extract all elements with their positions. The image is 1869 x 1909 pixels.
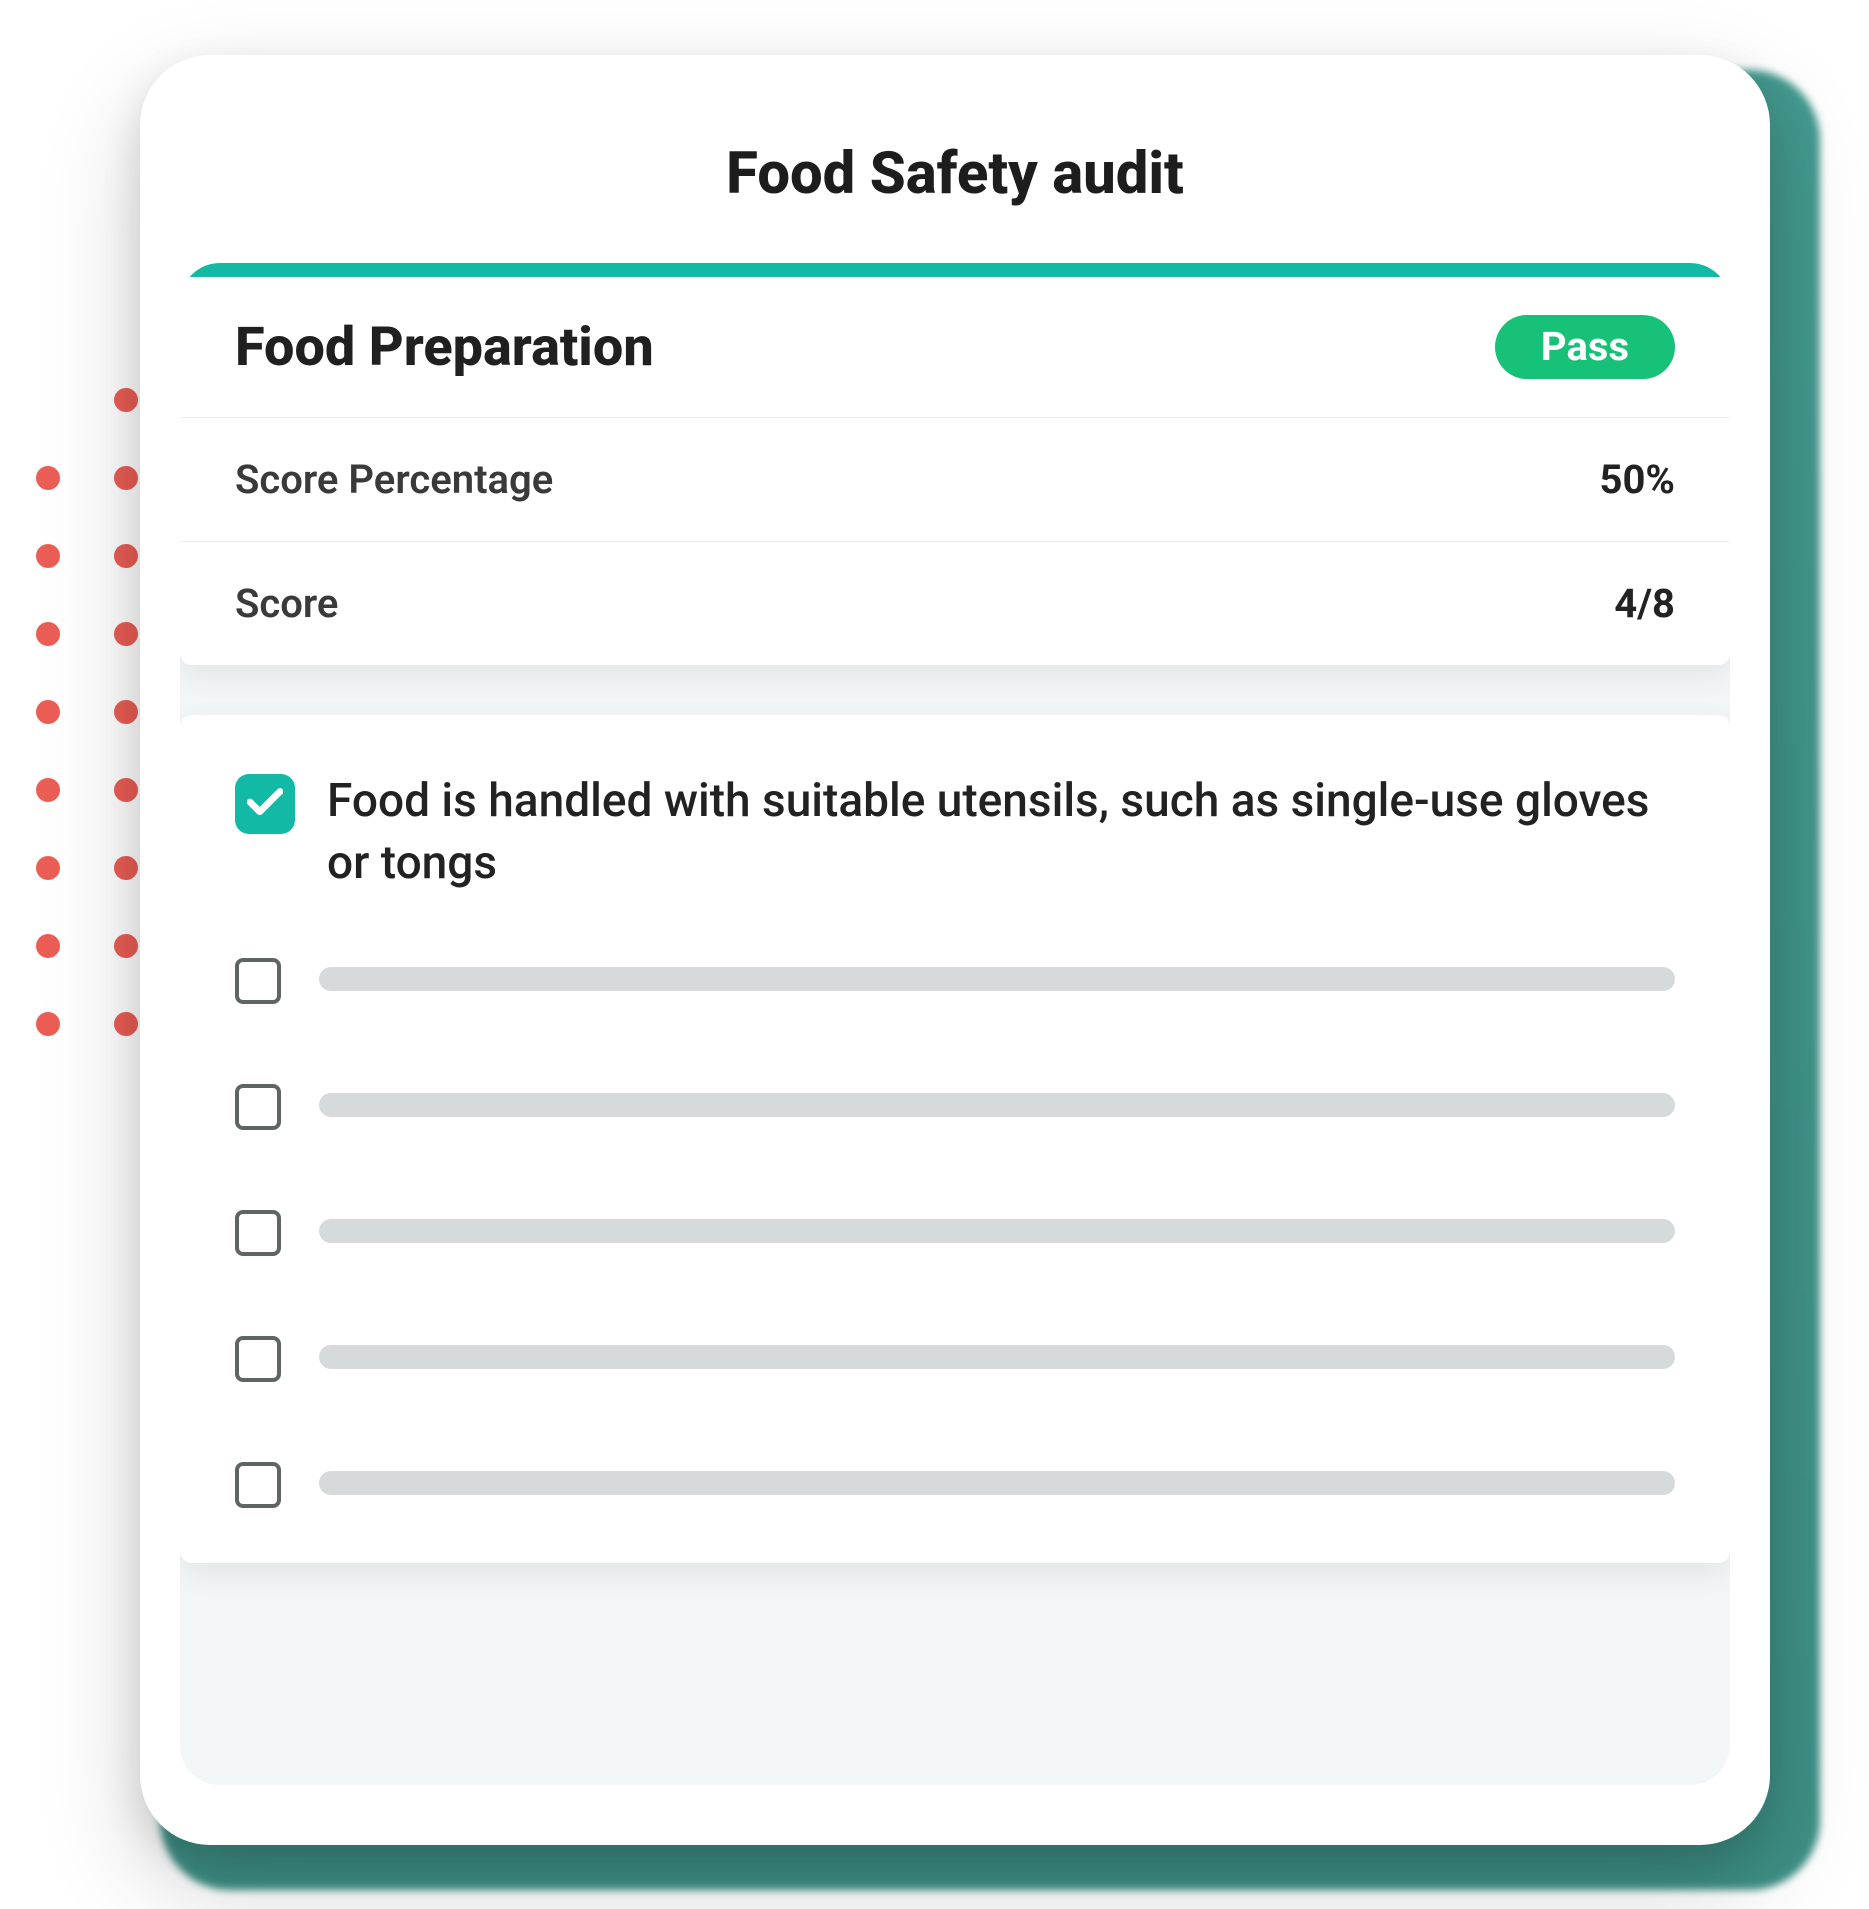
accent-bar	[180, 263, 1730, 277]
audit-title: Food Safety audit	[726, 140, 1184, 208]
placeholder-line	[319, 1219, 1675, 1243]
score-row: Score 4/8	[180, 542, 1730, 665]
check-icon	[247, 788, 283, 820]
row-value: 50%	[1600, 456, 1675, 503]
checklist-item	[235, 1458, 1675, 1508]
checklist-item	[235, 1332, 1675, 1382]
placeholder-line	[319, 1471, 1675, 1495]
placeholder-line	[319, 967, 1675, 991]
row-value: 4/8	[1614, 580, 1675, 627]
checklist-item	[235, 1080, 1675, 1130]
checkbox-empty[interactable]	[235, 1084, 281, 1130]
checkbox-empty[interactable]	[235, 1336, 281, 1382]
checkbox-empty[interactable]	[235, 958, 281, 1004]
section-summary: Food Preparation Pass Score Percentage 5…	[180, 263, 1730, 665]
checkbox-checked[interactable]	[235, 774, 295, 834]
audit-card: Food Safety audit Food Preparation Pass …	[140, 55, 1770, 1845]
score-percentage-row: Score Percentage 50%	[180, 418, 1730, 542]
checkbox-empty[interactable]	[235, 1210, 281, 1256]
audit-body: Food Preparation Pass Score Percentage 5…	[180, 263, 1730, 1785]
checklist-item	[235, 1206, 1675, 1256]
section-header-row: Food Preparation Pass	[180, 277, 1730, 418]
checklist-item	[235, 954, 1675, 1004]
row-label: Score Percentage	[235, 456, 553, 503]
checklist-item: Food is handled with suitable utensils, …	[235, 770, 1675, 894]
checklist-item-text: Food is handled with suitable utensils, …	[327, 770, 1675, 894]
section-title: Food Preparation	[235, 316, 654, 379]
placeholder-line	[319, 1093, 1675, 1117]
row-label: Score	[235, 580, 338, 627]
status-badge: Pass	[1495, 315, 1675, 379]
checklist: Food is handled with suitable utensils, …	[180, 715, 1730, 1563]
checkbox-empty[interactable]	[235, 1462, 281, 1508]
placeholder-line	[319, 1345, 1675, 1369]
